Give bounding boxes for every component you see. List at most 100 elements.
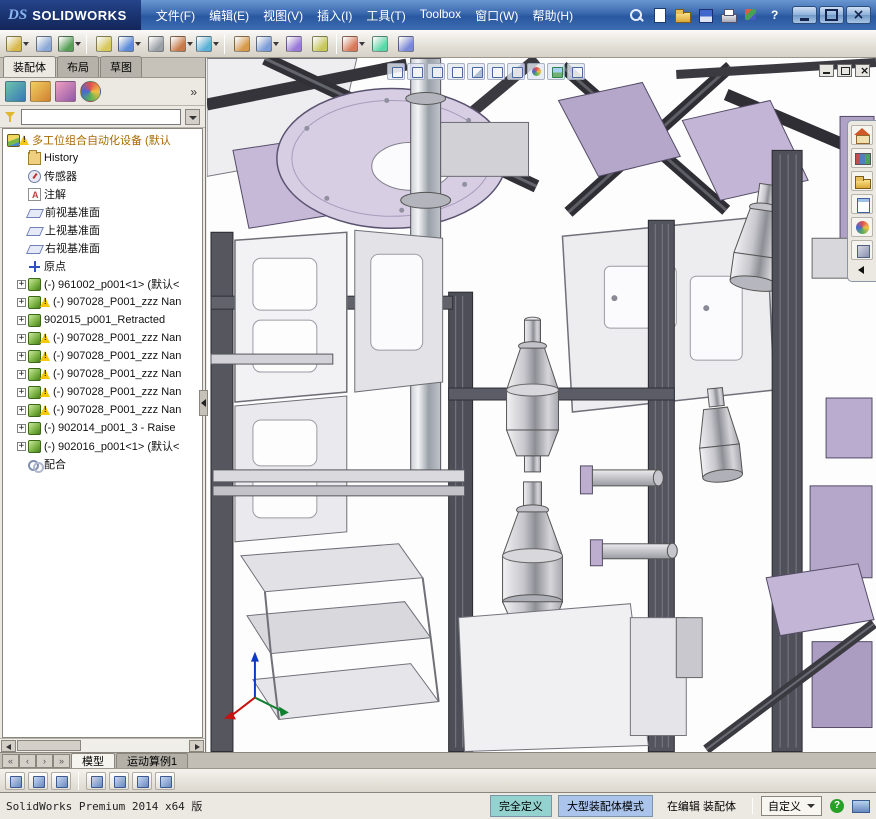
custom-dropdown[interactable]: 自定义 [761,796,822,816]
tree-item[interactable]: 原点 [3,257,202,275]
graphics-area[interactable] [207,58,876,752]
annotation-note-icon[interactable] [86,772,106,790]
tree-item[interactable]: (-) 902016_p001<1> (默认< [3,437,202,455]
tree-item[interactable]: History [3,149,202,167]
display-settings-icon[interactable] [852,800,870,813]
expander-icon[interactable] [17,442,26,451]
doc-close-button[interactable] [855,64,870,77]
help-icon[interactable] [764,6,784,24]
display-style-cube-icon[interactable] [132,772,152,790]
smart-fasteners-icon[interactable] [91,33,116,55]
shaded-with-edges-icon[interactable] [109,772,129,790]
design-library-icon[interactable] [851,148,873,168]
insert-components-icon[interactable] [5,33,30,55]
tab-next-icon[interactable]: › [36,754,53,768]
view-orientation-icon[interactable] [467,63,485,80]
tab-first-icon[interactable]: « [2,754,19,768]
print-icon[interactable] [718,6,738,24]
tree-item[interactable]: (-) 907028_P001_zzz Nan [3,401,202,419]
show-hidden-components-icon[interactable] [143,33,168,55]
menu-item[interactable]: Toolbox [413,3,468,28]
reference-geometry-icon[interactable] [195,33,220,55]
scroll-track[interactable] [16,740,189,751]
menu-item[interactable]: 文件(F) [149,3,202,28]
view-palette-icon[interactable] [851,194,873,214]
move-component-icon[interactable] [117,33,142,55]
mate-icon[interactable] [31,33,56,55]
options-icon[interactable] [741,6,761,24]
menu-item[interactable]: 插入(I) [310,3,359,28]
interference-detection-icon[interactable] [341,33,366,55]
minimize-button[interactable] [792,6,817,24]
tree-item[interactable]: (-) 907028_P001_zzz Nan [3,293,202,311]
apply-scene-icon[interactable] [547,63,565,80]
menu-item[interactable]: 编辑(E) [202,3,256,28]
tree-item[interactable]: 902015_p001_Retracted [3,311,202,329]
hide-show-items-icon[interactable] [507,63,525,80]
menu-item[interactable]: 帮助(H) [525,3,580,28]
scroll-left-button[interactable] [1,740,16,752]
open-document-icon[interactable] [672,6,692,24]
filter-dropdown-button[interactable] [185,109,200,125]
appearances-icon[interactable] [851,217,873,237]
expander-icon[interactable] [17,370,26,379]
linear-component-pattern-icon[interactable] [57,33,82,55]
rollback-bar-icon[interactable] [5,772,25,790]
tree-item[interactable]: (-) 907028_P001_zzz Nan [3,347,202,365]
document-tab-1[interactable]: 运动算例1 [116,753,188,768]
panel-collapse-button[interactable] [199,390,208,416]
propertymanager-icon[interactable] [30,81,51,102]
close-button[interactable] [846,6,871,24]
exploded-view-icon[interactable] [281,33,306,55]
task-pane-collapse-icon[interactable] [854,263,870,277]
custom-properties-icon[interactable] [851,240,873,260]
display-style-icon[interactable] [487,63,505,80]
search-icon[interactable] [626,6,646,24]
expander-icon[interactable] [17,298,26,307]
panel-tab-0[interactable]: 装配体 [3,56,56,77]
menu-item[interactable]: 工具(T) [359,3,412,28]
expander-icon[interactable] [17,406,26,415]
tree-item[interactable]: 多工位组合自动化设备 (默认 [3,131,202,149]
tree-item[interactable]: (-) 907028_P001_zzz Nan [3,383,202,401]
help-circle-icon[interactable] [830,799,844,813]
doc-minimize-button[interactable] [819,64,834,77]
previous-view-icon[interactable] [427,63,445,80]
section-view-icon[interactable] [447,63,465,80]
view-settings-icon[interactable] [567,63,585,80]
document-tab-0[interactable]: 模型 [71,753,115,768]
tree-item[interactable]: 右视基准面 [3,239,202,257]
assembly-features-icon[interactable] [169,33,194,55]
expander-icon[interactable] [17,424,26,433]
measure-icon[interactable] [367,33,392,55]
pan-view-icon[interactable] [51,772,71,790]
configurationmanager-icon[interactable] [55,81,76,102]
zoom-all-icon[interactable] [28,772,48,790]
tree-filter-input[interactable] [21,109,181,125]
panel-overflow-button[interactable]: » [190,85,200,99]
tree-item[interactable]: 配合 [3,455,202,473]
new-motion-study-icon[interactable] [229,33,254,55]
doc-restore-button[interactable] [837,64,852,77]
menu-item[interactable]: 窗口(W) [468,3,525,28]
expander-icon[interactable] [17,280,26,289]
tree-item[interactable]: (-) 902014_p001_3 - Raise [3,419,202,437]
tab-prev-icon[interactable]: ‹ [19,754,36,768]
featuremanager-tree-icon[interactable] [5,81,26,102]
file-explorer-icon[interactable] [851,171,873,191]
expander-icon[interactable] [17,316,26,325]
menu-item[interactable]: 视图(V) [256,3,310,28]
scroll-thumb[interactable] [17,740,81,751]
save-icon[interactable] [695,6,715,24]
tab-last-icon[interactable]: » [53,754,70,768]
maximize-button[interactable] [819,6,844,24]
expander-icon[interactable] [17,352,26,361]
scroll-right-button[interactable] [189,740,204,752]
solidworks-resources-icon[interactable] [851,125,873,145]
new-document-icon[interactable] [649,6,669,24]
tree-item[interactable]: 前视基准面 [3,203,202,221]
tree-item[interactable]: (-) 907028_P001_zzz Nan [3,329,202,347]
panel-tab-1[interactable]: 布局 [57,56,99,77]
zoom-area-icon[interactable] [407,63,425,80]
tree-item[interactable]: (-) 961002_p001<1> (默认< [3,275,202,293]
